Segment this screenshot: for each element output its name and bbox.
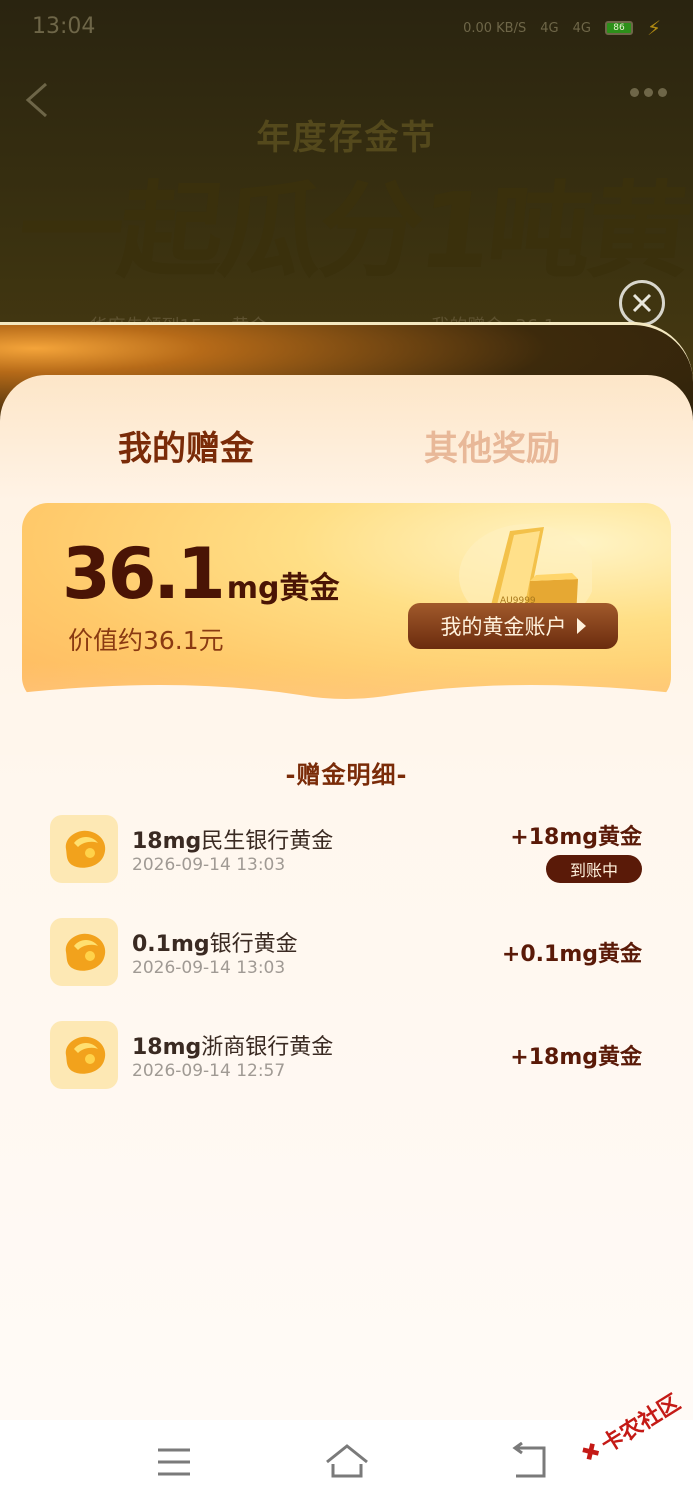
gold-summary-card: 36.1 mg黄金 价值约36.1元 AU9999 我的黄金账户 <box>22 503 671 703</box>
list-item: 18mg浙商银行黄金 2026-09-14 12:57 +18mg黄金 <box>50 1019 642 1122</box>
menu-icon[interactable] <box>154 1442 194 1482</box>
detail-change: +18mg黄金 <box>510 825 642 850</box>
more-icon[interactable] <box>630 88 667 97</box>
list-item: 0.1mg银行黄金 2026-09-14 13:03 +0.1mg黄金 <box>50 916 642 1019</box>
back-nav-icon[interactable] <box>508 1441 548 1482</box>
status-badge: 到账中 <box>546 855 642 883</box>
gold-nugget-icon <box>50 1021 118 1089</box>
signal-icon-a: 4G <box>540 20 559 36</box>
detail-section-title: -赠金明细- <box>285 761 408 789</box>
list-item: 18mg民生银行黄金 2026-09-14 13:03 +18mg黄金 到账中 <box>50 813 642 916</box>
gold-account-button[interactable]: 我的黄金账户 <box>408 603 618 649</box>
detail-change: +0.1mg黄金 <box>501 942 642 967</box>
detail-time: 2026-09-14 13:03 <box>132 958 286 978</box>
chevron-right-icon <box>576 618 586 634</box>
detail-time: 2026-09-14 12:57 <box>132 1061 286 1081</box>
signal-icon-b: 4G <box>572 20 591 36</box>
gold-nugget-icon <box>50 918 118 986</box>
gold-value-text: 价值约36.1元 <box>68 626 224 655</box>
gift-detail-list: 18mg民生银行黄金 2026-09-14 13:03 +18mg黄金 到账中 … <box>50 813 642 1122</box>
speed-text: 0.00 KB/S <box>463 20 527 36</box>
gift-sheet: 我的赠金 其他奖励 36.1 mg黄金 价值约36.1元 AU9999 我的黄金… <box>0 375 693 1420</box>
charging-icon: ⚡ <box>646 16 661 40</box>
status-icons: 0.00 KB/S 4G 4G 86 ⚡ <box>463 16 661 40</box>
detail-title: 18mg浙商银行黄金 <box>132 1035 334 1060</box>
battery-icon: 86 <box>604 21 633 35</box>
status-bar: 13:04 0.00 KB/S 4G 4G 86 ⚡ <box>0 0 693 56</box>
detail-time: 2026-09-14 13:03 <box>132 855 286 875</box>
status-time: 13:04 <box>32 14 96 39</box>
tab-my-gift[interactable]: 我的赠金 <box>76 421 296 470</box>
detail-title: 18mg民生银行黄金 <box>132 829 334 854</box>
tab-other-rewards[interactable]: 其他奖励 <box>382 421 602 470</box>
gold-account-label: 我的黄金账户 <box>440 615 567 639</box>
card-wave-divider <box>0 685 693 755</box>
home-icon[interactable] <box>324 1442 370 1482</box>
close-icon <box>632 293 652 313</box>
gold-amount-number: 36.1 <box>62 533 226 615</box>
gold-amount: 36.1 mg黄金 <box>62 533 339 615</box>
gold-amount-unit: mg黄金 <box>226 571 340 606</box>
gold-nugget-icon <box>50 815 118 883</box>
close-button[interactable] <box>619 280 665 326</box>
tab-bar: 我的赠金 其他奖励 <box>0 421 693 481</box>
detail-change: +18mg黄金 <box>510 1045 642 1070</box>
detail-title: 0.1mg银行黄金 <box>132 932 298 957</box>
